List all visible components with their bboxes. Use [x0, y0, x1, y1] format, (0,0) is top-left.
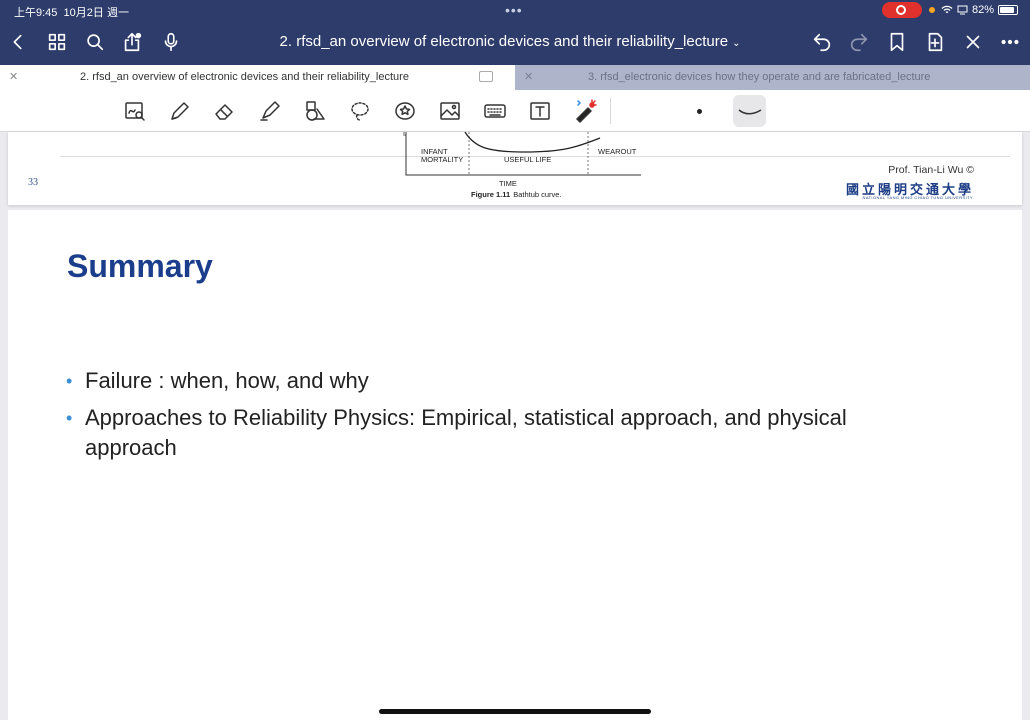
university-logo-en: NATIONAL YANG MING CHIAO TUNG UNIVERSITY — [862, 195, 973, 200]
add-page-icon[interactable] — [923, 30, 947, 54]
tab-close-icon[interactable]: ✕ — [9, 65, 18, 90]
mic-in-use-dot — [929, 7, 935, 13]
search-icon[interactable] — [83, 30, 107, 54]
eraser-icon[interactable] — [212, 98, 238, 124]
status-date: 10月2日 週一 — [63, 7, 129, 19]
tab-label: 3. rfsd_electronic devices how they oper… — [588, 71, 931, 83]
bullet-item: • Failure : when, how, and why — [66, 366, 906, 396]
wifi-icon — [941, 5, 953, 14]
battery-icon — [998, 5, 1018, 15]
app-bar: 上午9:45 10月2日 週一 ••• 82% 2. rfsd_an overv… — [0, 0, 1030, 65]
bullet-icon: • — [66, 371, 73, 391]
bullet-list: • Failure : when, how, and why • Approache… — [66, 366, 906, 470]
pen-size-dot-icon[interactable] — [697, 109, 702, 114]
lasso-icon[interactable] — [347, 98, 373, 124]
stroke-style-icon[interactable] — [733, 95, 766, 127]
redo-icon[interactable] — [847, 30, 871, 54]
grid-icon[interactable] — [45, 30, 69, 54]
tab-label: 2. rfsd_an overview of electronic device… — [80, 71, 409, 83]
share-icon[interactable] — [120, 30, 144, 54]
author-credit: Prof. Tian-Li Wu © — [888, 164, 974, 176]
slide-number: 33 — [28, 177, 38, 188]
figure-label-infant-mortality: INFANT MORTALITY — [421, 147, 464, 164]
toolbar-divider — [610, 98, 611, 124]
previous-page[interactable]: 33 INFANT MORTALITY USEFUL LIFE WEAROUT … — [8, 132, 1022, 205]
chevron-down-icon: ⌄ — [732, 38, 741, 49]
text-box-icon[interactable] — [527, 98, 553, 124]
bullet-text: Approaches to Reliability Physics: Empir… — [85, 405, 847, 460]
back-icon[interactable] — [6, 30, 30, 54]
tab-close-icon[interactable]: ✕ — [524, 65, 533, 90]
figure-caption-text: Bathtub curve. — [513, 190, 562, 199]
document-title[interactable]: 2. rfsd_an overview of electronic device… — [200, 33, 820, 50]
battery-percent: 82% — [971, 4, 994, 16]
screen-record-indicator[interactable] — [882, 2, 922, 18]
status-time-date: 上午9:45 10月2日 週一 — [14, 4, 129, 20]
bullet-item: • Approaches to Reliability Physics: Empi… — [66, 403, 906, 463]
figure-caption: Figure 1.11 Bathtub curve. — [471, 190, 562, 199]
split-view-icon[interactable] — [479, 71, 493, 82]
figure-axis-time: TIME — [499, 179, 517, 188]
more-icon[interactable] — [998, 30, 1022, 54]
keyboard-icon[interactable] — [482, 98, 508, 124]
tab-active-document[interactable]: ✕ 2. rfsd_an overview of electronic devi… — [0, 65, 515, 90]
home-indicator[interactable] — [379, 709, 651, 714]
figure-label-useful-life: USEFUL LIFE — [504, 155, 552, 164]
status-time: 上午9:45 — [14, 7, 58, 19]
highlighter-icon[interactable] — [257, 98, 283, 124]
tab-bar: ✕ 2. rfsd_an overview of electronic devi… — [0, 65, 1030, 90]
laser-pointer-icon[interactable] — [572, 98, 598, 124]
tab-inactive-document[interactable]: ✕ 3. rfsd_electronic devices how they op… — [515, 65, 1030, 90]
sticker-icon[interactable] — [392, 98, 418, 124]
bullet-icon: • — [66, 408, 73, 428]
image-icon[interactable] — [437, 98, 463, 124]
multitask-dots-icon[interactable]: ••• — [505, 2, 523, 18]
pen-icon[interactable] — [167, 98, 193, 124]
microphone-icon[interactable] — [159, 30, 183, 54]
figure-caption-number: Figure 1.11 — [471, 190, 511, 199]
document-title-text: 2. rfsd_an overview of electronic device… — [279, 33, 729, 50]
bullet-text: Failure : when, how, and why — [85, 368, 369, 393]
bookmark-icon[interactable] — [885, 30, 909, 54]
bathtub-curve-figure: INFANT MORTALITY USEFUL LIFE WEAROUT TIM… — [393, 132, 653, 205]
undo-icon[interactable] — [810, 30, 834, 54]
screen-mirror-icon — [957, 5, 968, 15]
shapes-icon[interactable] — [302, 98, 328, 124]
current-page[interactable]: Summary • Failure : when, how, and why • A… — [8, 210, 1022, 720]
close-icon[interactable] — [961, 30, 985, 54]
annotation-toolbar — [0, 90, 1030, 132]
lasso-zoom-icon[interactable] — [122, 98, 148, 124]
slide-title: Summary — [67, 248, 213, 284]
status-right: 82% — [941, 4, 1018, 16]
figure-label-wearout: WEAROUT — [598, 147, 637, 156]
